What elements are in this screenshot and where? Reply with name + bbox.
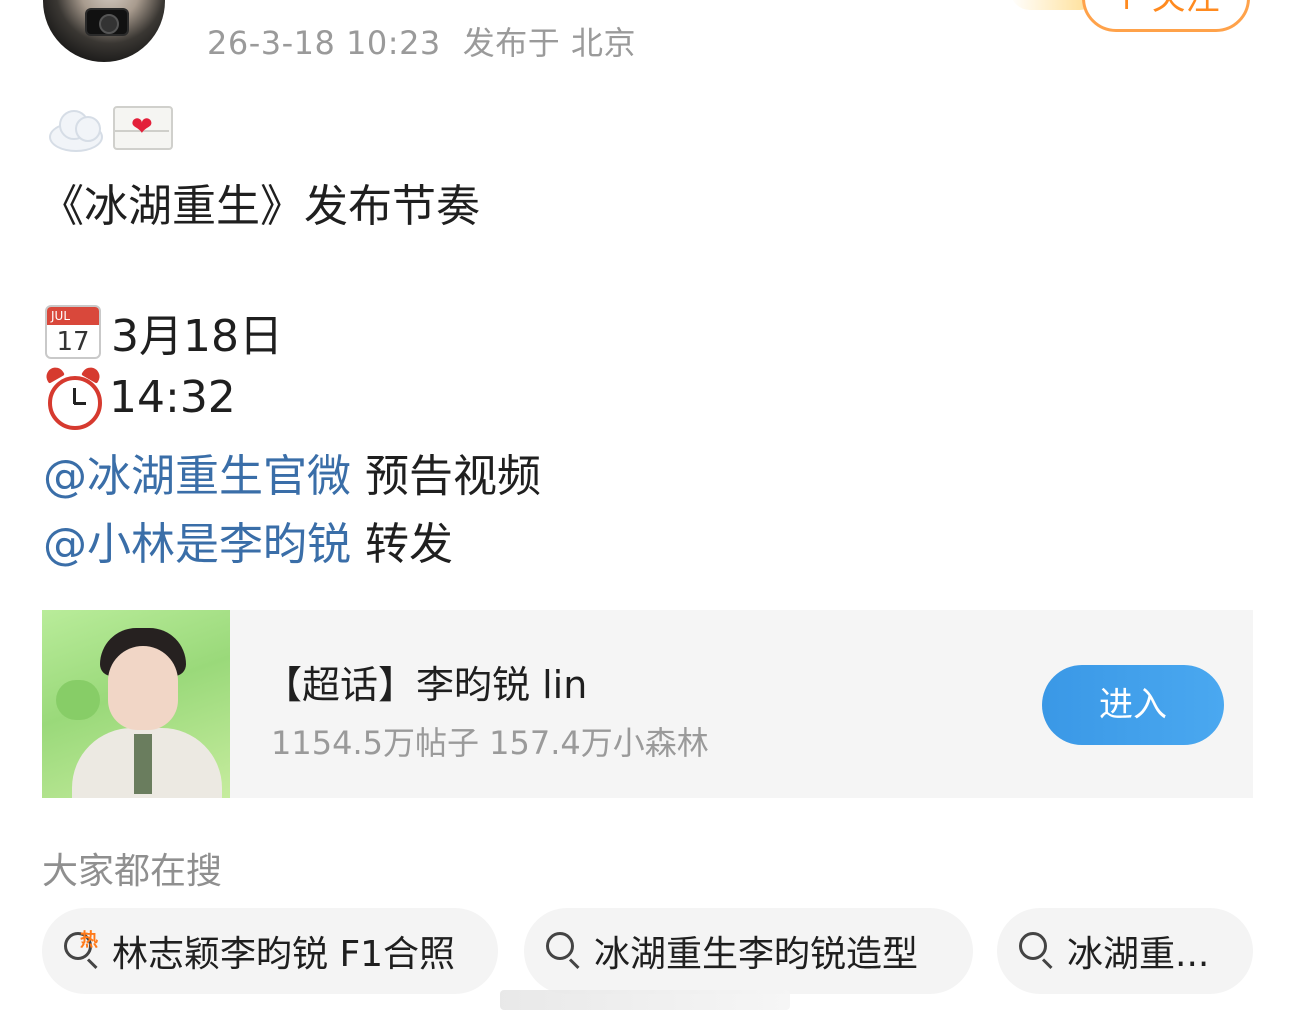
love-letter-emoji-icon: ❤ (113, 106, 173, 150)
calendar-icon: JUL 17 (45, 305, 101, 359)
post-location: 发布于 北京 (462, 24, 636, 62)
super-topic-card[interactable]: 【超话】李昀锐 lin 1154.5万帖子 157.4万小森林 进入 (42, 610, 1253, 798)
camera-lens (99, 14, 119, 34)
post-time-line: 14:32 (43, 364, 236, 430)
post-timestamp: 26-3-18 10:23 (207, 24, 441, 62)
mention-text-2: 转发 (351, 519, 453, 570)
follow-button[interactable]: + 关注 (1082, 0, 1250, 32)
search-chip-label: 冰湖重生李昀锐造型 (594, 934, 919, 975)
search-icon (1019, 932, 1057, 970)
search-icon (546, 932, 584, 970)
search-chip-3[interactable]: 冰湖重... (997, 908, 1253, 994)
super-topic-stats: 1154.5万帖子 157.4万小森林 (271, 724, 709, 762)
hot-badge: 热 (80, 930, 98, 951)
mention-link-official[interactable]: @冰湖重生官微 (43, 451, 351, 502)
post-time: 14:32 (109, 371, 236, 423)
mention-line-2: @小林是李昀锐 转发 (43, 508, 453, 572)
super-topic-cover-image (42, 610, 230, 798)
post-date-line: JUL 17 3月18日 (45, 300, 283, 364)
mention-text-1: 预告视频 (351, 451, 541, 502)
watermark (500, 990, 790, 1010)
cloud-emoji-icon (45, 106, 103, 152)
super-topic-title: 【超话】李昀锐 lin (264, 663, 588, 707)
enter-button[interactable]: 进入 (1042, 665, 1224, 745)
post-title: 《冰湖重生》发布节奏 (40, 181, 480, 232)
post-meta: 26-3-18 10:23 发布于 北京 (207, 18, 636, 64)
search-chip-1[interactable]: 热 林志颖李昀锐 F1合照 (42, 908, 498, 994)
heart-badge-icon (56, 680, 100, 720)
alarm-clock-icon (43, 364, 103, 430)
search-chip-label: 冰湖重... (1067, 934, 1210, 975)
mention-link-user[interactable]: @小林是李昀锐 (43, 519, 351, 570)
post-date: 3月18日 (111, 311, 283, 362)
hot-search-icon: 热 (64, 930, 102, 970)
emoji-row: ❤ (45, 104, 173, 152)
author-avatar[interactable] (43, 0, 165, 62)
trending-search-heading: 大家都在搜 (42, 851, 223, 892)
search-chip-label: 林志颖李昀锐 F1合照 (112, 934, 456, 975)
mention-line-1: @冰湖重生官微 预告视频 (43, 440, 541, 504)
search-chip-2[interactable]: 冰湖重生李昀锐造型 (524, 908, 973, 994)
